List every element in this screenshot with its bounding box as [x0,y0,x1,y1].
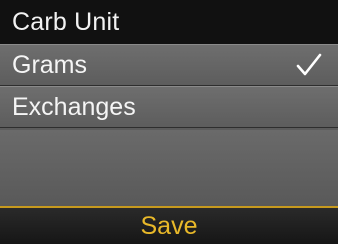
option-exchanges[interactable]: Exchanges [0,86,338,128]
option-label: Grams [12,50,87,79]
title-bar: Carb Unit [0,0,338,44]
check-icon [296,53,322,76]
screen-title: Carb Unit [12,7,120,36]
option-grams[interactable]: Grams [0,44,338,86]
carb-unit-options-list: Grams Exchanges [0,44,338,128]
option-label: Exchanges [12,92,136,121]
carb-unit-screen: Carb Unit Grams Exchanges Save [0,0,338,244]
save-label: Save [140,211,198,240]
empty-list-area [0,130,338,206]
save-button[interactable]: Save [0,206,338,244]
